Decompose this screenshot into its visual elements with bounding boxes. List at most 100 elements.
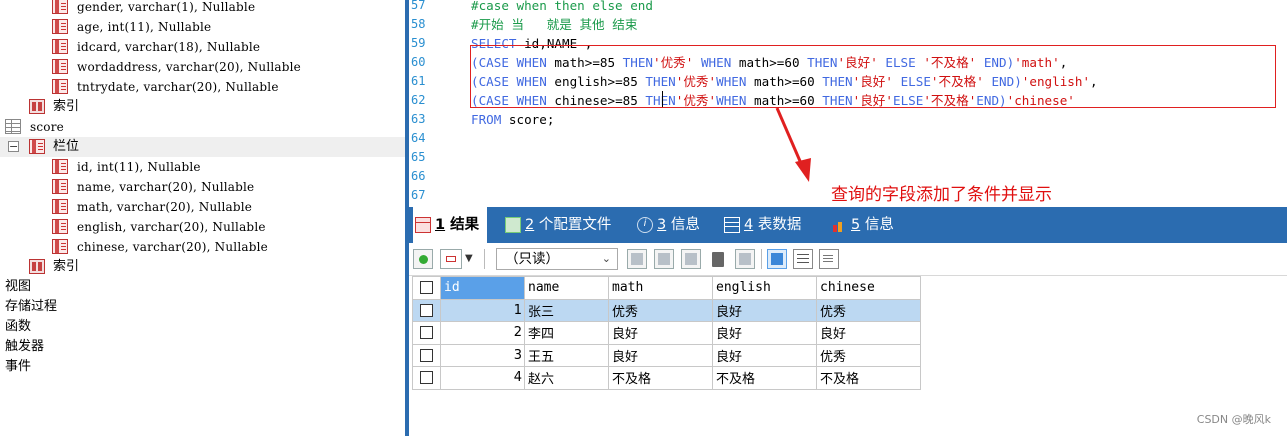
tab-info[interactable]: i3 信息 xyxy=(635,207,700,243)
cell-chinese[interactable]: 良好 xyxy=(816,321,921,345)
cell-english[interactable]: 良好 xyxy=(712,298,817,322)
column-header-name[interactable]: name xyxy=(524,276,609,300)
tree-item-chinese[interactable]: chinese, varchar(20), Nullable xyxy=(52,237,268,257)
save-icon[interactable] xyxy=(681,249,701,269)
cell-name[interactable]: 王五 xyxy=(524,343,609,367)
cell-chinese[interactable]: 优秀 xyxy=(816,298,921,322)
cell-chinese[interactable]: 优秀 xyxy=(816,343,921,367)
cell-name[interactable]: 李四 xyxy=(524,321,609,345)
column-icon xyxy=(52,59,68,74)
line-number: 67 xyxy=(411,188,426,202)
tree-item-score-table[interactable]: score xyxy=(5,117,64,137)
line-number: 58 xyxy=(411,17,426,31)
tree-item-label: 索引 xyxy=(53,99,80,114)
cell-english[interactable]: 良好 xyxy=(712,321,817,345)
cell-name[interactable]: 赵六 xyxy=(524,366,609,390)
cancel-changes-icon[interactable] xyxy=(735,249,755,269)
line-number: 65 xyxy=(411,150,426,164)
delete-icon[interactable] xyxy=(708,249,728,269)
cell-math[interactable]: 良好 xyxy=(608,343,713,367)
tab-label: 信息 xyxy=(864,217,894,233)
tree-item-label: idcard, varchar(18), Nullable xyxy=(77,40,261,54)
tree-item-procedures[interactable]: 存储过程 xyxy=(5,297,57,317)
tab-table-data[interactable]: 4 表数据 xyxy=(722,207,801,243)
tree-item-id[interactable]: id, int(11), Nullable xyxy=(52,157,201,177)
column-icon xyxy=(52,39,68,54)
insert-row-icon[interactable] xyxy=(627,249,647,269)
line-number: 61 xyxy=(411,74,426,88)
tab-label: 个配置文件 xyxy=(538,217,612,233)
tree-item-views[interactable]: 视图 xyxy=(5,277,31,297)
tree-item-gender[interactable]: gender, varchar(1), Nullable xyxy=(52,0,255,17)
tab-results[interactable]: 1 结果 xyxy=(413,207,488,243)
table-row[interactable]: 1 张三 优秀 良好 优秀 xyxy=(412,298,921,322)
cell-english[interactable]: 不及格 xyxy=(712,366,817,390)
cell-id[interactable]: 2 xyxy=(440,321,525,345)
cell-id[interactable]: 1 xyxy=(440,298,525,322)
sql-editor[interactable]: 57 58 59 60 61 62 63 64 65 66 67 #case w… xyxy=(409,0,1287,207)
row-checkbox[interactable] xyxy=(412,298,441,322)
column-header-chinese[interactable]: chinese xyxy=(816,276,921,300)
row-checkbox[interactable] xyxy=(412,366,441,390)
cell-math[interactable]: 良好 xyxy=(608,321,713,345)
tab-info-2[interactable]: 5 信息 xyxy=(829,207,894,243)
row-checkbox[interactable] xyxy=(412,343,441,367)
column-icon xyxy=(29,139,45,154)
duplicate-row-icon[interactable] xyxy=(654,249,674,269)
info-chart-icon xyxy=(831,217,847,233)
cell-math[interactable]: 不及格 xyxy=(608,366,713,390)
tree-item-idcard[interactable]: idcard, varchar(18), Nullable xyxy=(52,37,260,57)
cell-math[interactable]: 优秀 xyxy=(608,298,713,322)
grid-header-row: id name math english chinese xyxy=(412,276,921,300)
collapse-icon[interactable]: − xyxy=(8,141,19,152)
column-header-english[interactable]: english xyxy=(712,276,817,300)
tab-label: 结果 xyxy=(450,217,480,233)
tab-profiles[interactable]: 2 个配置文件 xyxy=(503,207,611,243)
line-number: 66 xyxy=(411,169,426,183)
tree-item-label: name, varchar(20), Nullable xyxy=(77,180,255,194)
index-icon xyxy=(29,99,45,114)
table-row[interactable]: 2 李四 良好 良好 良好 xyxy=(412,321,921,345)
tree-item-label: english, varchar(20), Nullable xyxy=(77,220,266,234)
cell-name[interactable]: 张三 xyxy=(524,298,609,322)
line-number: 63 xyxy=(411,112,426,126)
tree-item-index[interactable]: 索引 xyxy=(29,257,79,277)
column-icon xyxy=(52,159,68,174)
column-icon xyxy=(52,239,68,254)
tree-item-index[interactable]: 索引 xyxy=(29,97,79,117)
tree-item-label: 栏位 xyxy=(53,139,80,154)
annotation-arrow-icon xyxy=(775,107,811,182)
column-header-math[interactable]: math xyxy=(608,276,713,300)
table-row[interactable]: 3 王五 良好 良好 优秀 xyxy=(412,343,921,367)
tree-item-name[interactable]: name, varchar(20), Nullable xyxy=(52,177,254,197)
cell-chinese[interactable]: 不及格 xyxy=(816,366,921,390)
result-grid[interactable]: id name math english chinese 1 张三 优秀 良好 … xyxy=(412,276,921,390)
grid-view-icon[interactable] xyxy=(440,249,462,269)
tree-item-columns[interactable]: − 栏位 xyxy=(0,137,405,157)
tree-item-age[interactable]: age, int(11), Nullable xyxy=(52,17,211,37)
tree-item-events[interactable]: 事件 xyxy=(5,357,31,377)
tree-item-label: tntrydate, varchar(20), Nullable xyxy=(77,80,279,94)
column-icon xyxy=(52,19,68,34)
row-checkbox[interactable] xyxy=(412,321,441,345)
text-caret xyxy=(662,91,663,107)
cell-english[interactable]: 良好 xyxy=(712,343,817,367)
cell-id[interactable]: 4 xyxy=(440,366,525,390)
read-only-select[interactable]: （只读） ⌄ xyxy=(496,248,618,270)
tree-item-english[interactable]: english, varchar(20), Nullable xyxy=(52,217,266,237)
chevron-down-icon[interactable]: ▼ xyxy=(465,253,473,264)
tree-item-functions[interactable]: 函数 xyxy=(5,317,31,337)
tree-item-wordaddress[interactable]: wordaddress, varchar(20), Nullable xyxy=(52,57,301,77)
table-row[interactable]: 4 赵六 不及格 不及格 不及格 xyxy=(412,366,921,390)
column-header-id[interactable]: id xyxy=(440,276,525,300)
tree-item-math[interactable]: math, varchar(20), Nullable xyxy=(52,197,252,217)
add-row-icon[interactable] xyxy=(413,249,433,269)
table-data-icon xyxy=(724,217,740,233)
cell-id[interactable]: 3 xyxy=(440,343,525,367)
tree-item-tntrydate[interactable]: tntrydate, varchar(20), Nullable xyxy=(52,77,279,97)
select-all-checkbox[interactable] xyxy=(412,276,441,300)
grid-mode-icon[interactable] xyxy=(767,249,787,269)
tree-item-triggers[interactable]: 触发器 xyxy=(5,337,44,357)
form-mode-icon[interactable] xyxy=(793,249,813,269)
text-mode-icon[interactable] xyxy=(819,249,839,269)
